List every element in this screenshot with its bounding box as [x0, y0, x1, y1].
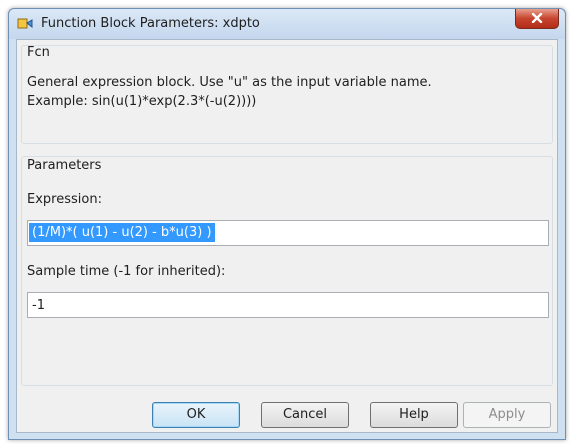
sample-time-field[interactable]: -1	[27, 292, 549, 318]
block-type-label: Fcn	[27, 45, 50, 60]
block-description-line1: General expression block. Use "u" as the…	[27, 75, 432, 90]
close-icon	[531, 13, 543, 23]
cancel-button[interactable]: Cancel	[261, 402, 349, 428]
window-title: Function Block Parameters: xdpto	[41, 16, 260, 31]
title-bar[interactable]: Function Block Parameters: xdpto	[9, 9, 565, 39]
expression-value: (1/M)*( u(1) - u(2) - b*u(3) )	[29, 223, 215, 242]
block-description-example: Example: sin(u(1)*exp(2.3*(-u(2))))	[27, 94, 257, 109]
dialog-body: Fcn General expression block. Use "u" as…	[16, 39, 558, 433]
expression-field[interactable]: (1/M)*( u(1) - u(2) - b*u(3) )	[27, 220, 549, 246]
expression-label: Expression:	[27, 192, 102, 207]
help-button[interactable]: Help	[370, 402, 458, 428]
function-block-parameters-dialog: Function Block Parameters: xdpto Fcn Gen…	[8, 8, 566, 440]
simulink-block-icon	[17, 18, 33, 29]
sample-time-value: -1	[32, 298, 45, 313]
ok-button[interactable]: OK	[152, 402, 240, 428]
close-button[interactable]	[515, 9, 559, 29]
parameters-group-label: Parameters	[27, 158, 102, 173]
apply-button[interactable]: Apply	[463, 402, 551, 428]
sample-time-label: Sample time (-1 for inherited):	[27, 264, 226, 279]
